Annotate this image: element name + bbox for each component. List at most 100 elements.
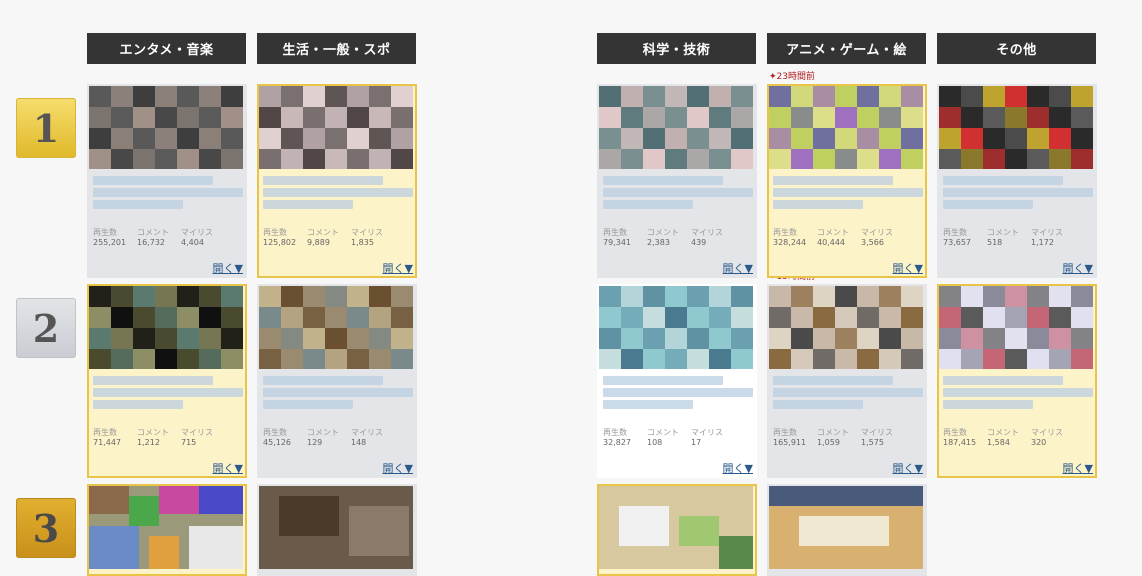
thumbnail-pixel (879, 307, 901, 328)
video-card[interactable]: 再生数 コメント マイリス 255,201 16,732 4,404 開く▼ (87, 84, 247, 278)
video-thumbnail[interactable] (599, 286, 753, 369)
video-title-blurred[interactable] (603, 176, 723, 185)
thumbnail-pixel (1071, 107, 1093, 128)
video-card[interactable] (87, 484, 247, 576)
open-details-link[interactable]: 開く▼ (213, 260, 243, 276)
video-card[interactable]: 再生数 コメント マイリス 71,447 1,212 715 開く▼ (87, 284, 247, 478)
video-title-blurred[interactable] (943, 200, 1033, 209)
open-details-link[interactable]: 開く▼ (723, 460, 753, 476)
stat-label-plays: 再生数 (93, 228, 117, 237)
thumbnail-pixel (177, 307, 199, 328)
video-thumbnail[interactable] (769, 486, 923, 569)
video-title-blurred[interactable] (263, 376, 383, 385)
stat-value-plays: 328,244 (773, 238, 807, 247)
video-title-blurred[interactable] (773, 400, 863, 409)
stat-label-comments: コメント (307, 228, 339, 237)
thumbnail-pixel (155, 349, 177, 369)
video-title-blurred[interactable] (603, 388, 753, 397)
thumbnail-pixel (303, 128, 325, 149)
thumbnail-pixel (983, 128, 1005, 149)
video-title-blurred[interactable] (93, 376, 213, 385)
video-card[interactable]: 再生数 コメント マイリス 79,341 2,383 439 開く▼ (597, 84, 757, 278)
video-card[interactable]: 再生数 コメント マイリス 187,415 1,584 320 開く▼ (937, 284, 1097, 478)
thumbnail-pixel (835, 107, 857, 128)
video-card[interactable] (767, 484, 927, 576)
thumbnail-pixel (259, 86, 281, 107)
video-title-blurred[interactable] (93, 176, 213, 185)
thumbnail-pixel (325, 86, 347, 107)
open-details-link[interactable]: 開く▼ (1063, 260, 1093, 276)
video-card[interactable]: 再生数 コメント マイリス 73,657 518 1,172 開く▼ (937, 84, 1097, 278)
open-details-link[interactable]: 開く▼ (893, 460, 923, 476)
category-header-anime[interactable]: アニメ・ゲーム・絵 (767, 33, 926, 64)
thumbnail-pixel (879, 86, 901, 107)
video-title-blurred[interactable] (603, 200, 693, 209)
open-details-link[interactable]: 開く▼ (893, 260, 923, 276)
video-title-blurred[interactable] (943, 388, 1093, 397)
video-card[interactable]: 再生数 コメント マイリス 125,802 9,889 1,835 開く▼ (257, 84, 417, 278)
video-card[interactable] (257, 484, 417, 576)
video-thumbnail[interactable] (769, 286, 923, 369)
video-thumbnail[interactable] (599, 486, 753, 569)
thumbnail-pixel (89, 149, 111, 169)
thumbnail-pixel (1027, 107, 1049, 128)
video-title-blurred[interactable] (943, 376, 1063, 385)
video-title-blurred[interactable] (773, 176, 893, 185)
thumbnail-pixel (813, 349, 835, 369)
video-title-blurred[interactable] (773, 388, 923, 397)
video-thumbnail[interactable] (939, 286, 1093, 369)
category-header-entertainment[interactable]: エンタメ・音楽 (87, 33, 246, 64)
video-thumbnail[interactable] (939, 86, 1093, 169)
video-thumbnail[interactable] (599, 86, 753, 169)
video-thumbnail[interactable] (89, 86, 243, 169)
video-title-blurred[interactable] (263, 188, 413, 197)
video-card[interactable]: 再生数 コメント マイリス 45,126 129 148 開く▼ (257, 284, 417, 478)
video-thumbnail[interactable] (89, 486, 243, 569)
video-card[interactable]: 再生数 コメント マイリス 165,911 1,059 1,575 開く▼ (767, 284, 927, 478)
video-title-blurred[interactable] (263, 200, 353, 209)
video-title-blurred[interactable] (773, 376, 893, 385)
category-header-other[interactable]: その他 (937, 33, 1096, 64)
open-details-link[interactable]: 開く▼ (213, 460, 243, 476)
video-thumbnail[interactable] (259, 286, 413, 369)
video-thumbnail[interactable] (259, 486, 413, 569)
stat-value-plays: 187,415 (943, 438, 977, 447)
video-title-blurred[interactable] (93, 388, 243, 397)
video-title-blurred[interactable] (263, 400, 353, 409)
video-thumbnail[interactable] (89, 286, 243, 369)
video-thumbnail[interactable] (769, 86, 923, 169)
video-title-blurred[interactable] (93, 188, 243, 197)
thumbnail-pixel (901, 349, 923, 369)
video-title-blurred[interactable] (943, 400, 1033, 409)
thumbnail-pixel (369, 286, 391, 307)
thumbnail-pixel (769, 286, 791, 307)
video-title-blurred[interactable] (603, 400, 693, 409)
thumbnail-pixel (1049, 107, 1071, 128)
video-title-blurred[interactable] (93, 400, 183, 409)
open-details-link[interactable]: 開く▼ (383, 460, 413, 476)
video-title-blurred[interactable] (263, 176, 383, 185)
video-title-blurred[interactable] (943, 188, 1093, 197)
category-header-life[interactable]: 生活・一般・スポ (257, 33, 416, 64)
category-header-science[interactable]: 科学・技術 (597, 33, 756, 64)
video-title-blurred[interactable] (93, 200, 183, 209)
video-card[interactable]: 再生数 コメント マイリス 32,827 108 17 開く▼ (597, 284, 757, 478)
thumbnail-pixel (731, 328, 753, 349)
open-details-link[interactable]: 開く▼ (723, 260, 753, 276)
thumbnail-pixel (177, 349, 199, 369)
video-card[interactable]: 再生数 コメント マイリス 328,244 40,444 3,566 開く▼ (767, 84, 927, 278)
video-title-blurred[interactable] (603, 376, 723, 385)
video-title-blurred[interactable] (773, 188, 923, 197)
video-title-blurred[interactable] (263, 388, 413, 397)
video-card[interactable] (597, 484, 757, 576)
video-title-blurred[interactable] (943, 176, 1063, 185)
open-details-link[interactable]: 開く▼ (383, 260, 413, 276)
thumbnail-pixel (303, 286, 325, 307)
video-title-blurred[interactable] (773, 200, 863, 209)
thumbnail-pixel (177, 128, 199, 149)
thumbnail-pixel (1027, 328, 1049, 349)
video-title-blurred[interactable] (603, 188, 753, 197)
video-thumbnail[interactable] (259, 86, 413, 169)
thumbnail-pixel (1049, 286, 1071, 307)
open-details-link[interactable]: 開く▼ (1063, 460, 1093, 476)
